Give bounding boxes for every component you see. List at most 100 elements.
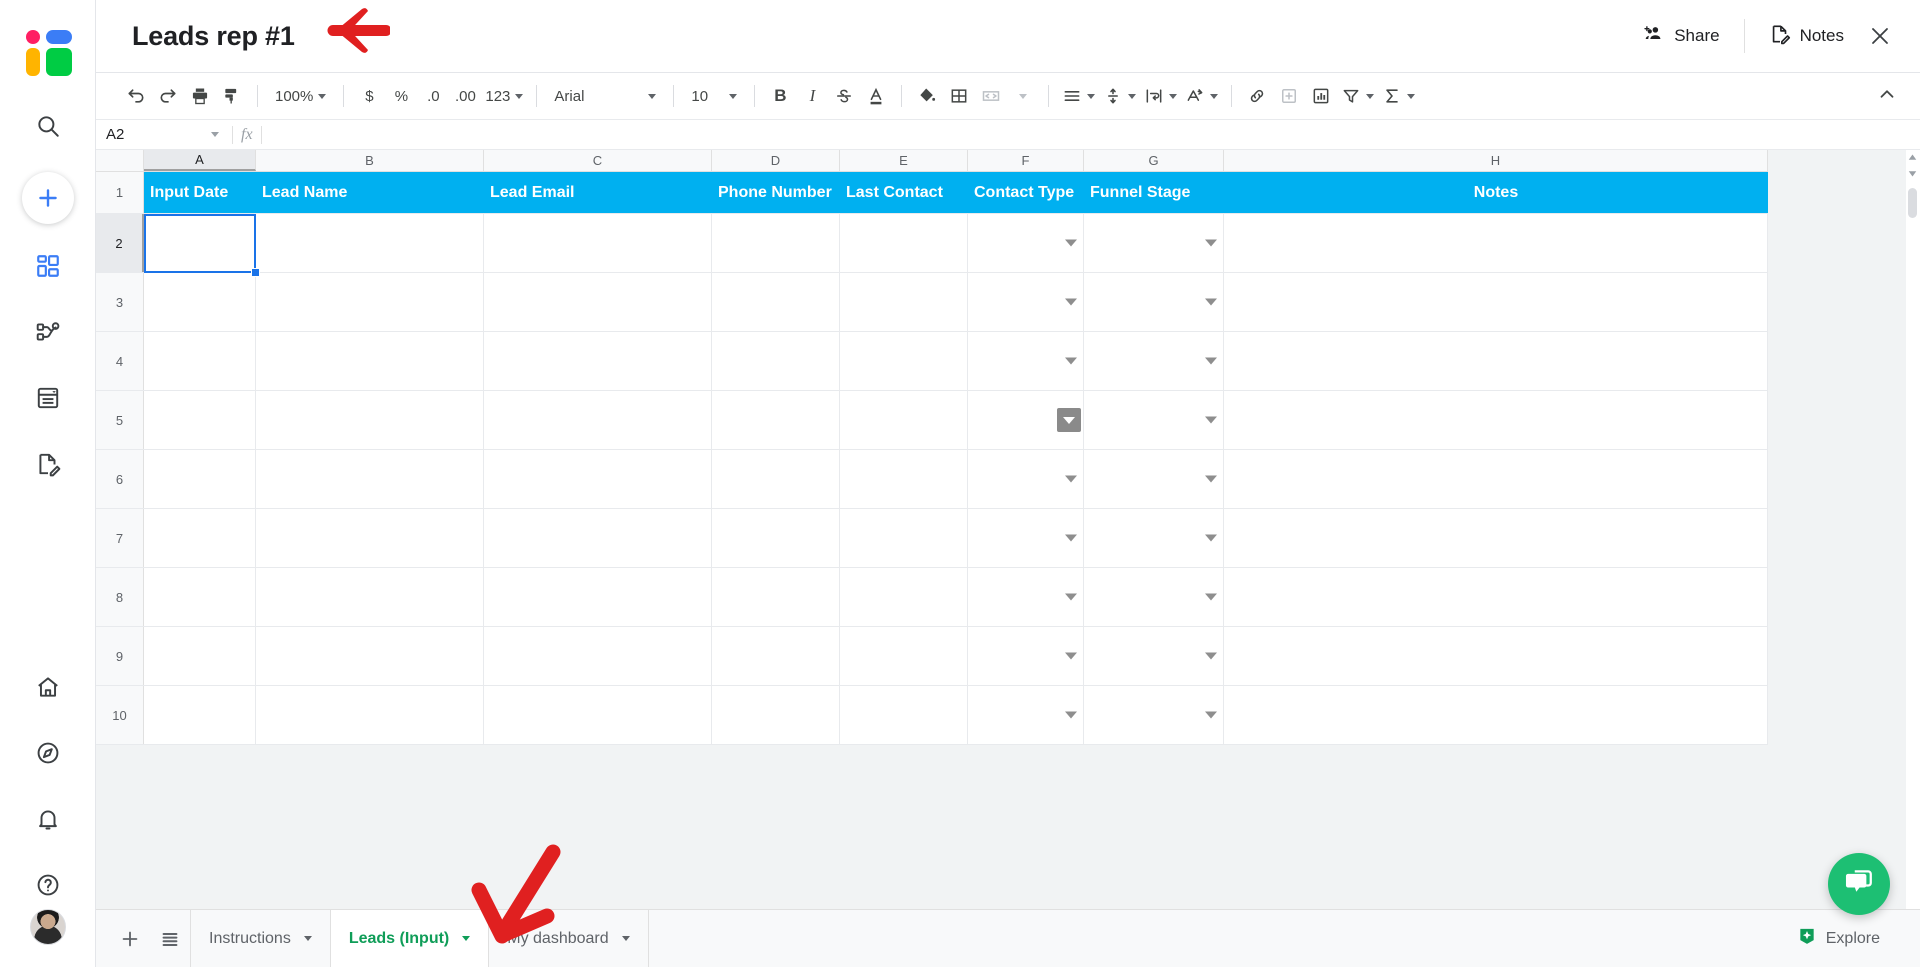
name-box-dropdown[interactable] — [206, 132, 224, 137]
cell-F4[interactable] — [968, 332, 1084, 390]
chevron-down-icon[interactable] — [1205, 593, 1217, 601]
cell-G2[interactable] — [1084, 214, 1224, 272]
cell-B10[interactable] — [256, 686, 484, 744]
cell-B3[interactable] — [256, 273, 484, 331]
fill-handle[interactable] — [251, 268, 260, 277]
cell-E2[interactable] — [840, 214, 968, 272]
borders-button[interactable] — [943, 80, 975, 112]
cell-B7[interactable] — [256, 509, 484, 567]
chevron-down-icon[interactable] — [1205, 298, 1217, 306]
cell-F6[interactable] — [968, 450, 1084, 508]
chevron-down-icon[interactable] — [1065, 534, 1077, 542]
decrease-decimal-button[interactable]: .0 — [417, 80, 449, 112]
cell-F10[interactable] — [968, 686, 1084, 744]
cell-H5[interactable] — [1224, 391, 1768, 449]
cell-C6[interactable] — [484, 450, 712, 508]
font-size-selector[interactable]: 10 — [683, 81, 745, 111]
number-format-selector[interactable]: 123 — [481, 80, 527, 112]
sheet-tab-my-dashboard[interactable]: My dashboard — [489, 909, 649, 967]
cell-A2[interactable] — [144, 214, 256, 272]
compass-icon[interactable] — [24, 729, 72, 777]
cell-B9[interactable] — [256, 627, 484, 685]
header-cell-B1[interactable]: Lead Name — [256, 172, 484, 213]
text-wrapping-button[interactable] — [1140, 80, 1181, 112]
chevron-down-icon[interactable] — [462, 936, 471, 941]
currency-format-button[interactable]: $ — [353, 80, 385, 112]
row-header-7[interactable]: 7 — [96, 509, 144, 567]
cell-E3[interactable] — [840, 273, 968, 331]
row-header-10[interactable]: 10 — [96, 686, 144, 744]
chevron-down-icon[interactable] — [1065, 357, 1077, 365]
header-cell-F1[interactable]: Contact Type — [968, 172, 1084, 213]
chevron-down-icon[interactable] — [1205, 416, 1217, 424]
cell-A8[interactable] — [144, 568, 256, 626]
cell-H3[interactable] — [1224, 273, 1768, 331]
cell-E8[interactable] — [840, 568, 968, 626]
all-sheets-button[interactable] — [150, 919, 190, 959]
cell-G4[interactable] — [1084, 332, 1224, 390]
cell-H10[interactable] — [1224, 686, 1768, 744]
create-filter-button[interactable] — [1337, 80, 1378, 112]
strikethrough-button[interactable] — [828, 80, 860, 112]
formula-input[interactable] — [269, 119, 1920, 150]
cell-E9[interactable] — [840, 627, 968, 685]
column-header-C[interactable]: C — [484, 150, 712, 171]
chevron-down-icon[interactable] — [1065, 711, 1077, 719]
chevron-down-icon[interactable] — [1205, 652, 1217, 660]
document-edit-icon[interactable] — [24, 440, 72, 488]
header-cell-E1[interactable]: Last Contact — [840, 172, 968, 213]
column-header-D[interactable]: D — [712, 150, 840, 171]
workflow-icon[interactable] — [24, 308, 72, 356]
font-family-selector[interactable]: Arial — [546, 81, 664, 111]
cell-D3[interactable] — [712, 273, 840, 331]
chevron-down-icon[interactable] — [1065, 475, 1077, 483]
cell-A5[interactable] — [144, 391, 256, 449]
column-header-E[interactable]: E — [840, 150, 968, 171]
forms-icon[interactable] — [24, 374, 72, 422]
cell-E7[interactable] — [840, 509, 968, 567]
cell-B6[interactable] — [256, 450, 484, 508]
redo-button[interactable] — [152, 80, 184, 112]
cell-G9[interactable] — [1084, 627, 1224, 685]
cell-A10[interactable] — [144, 686, 256, 744]
cell-D6[interactable] — [712, 450, 840, 508]
cell-F9[interactable] — [968, 627, 1084, 685]
search-icon[interactable] — [24, 102, 72, 150]
print-button[interactable] — [184, 80, 216, 112]
chevron-down-icon[interactable] — [1205, 711, 1217, 719]
add-new-button[interactable] — [21, 172, 74, 224]
cell-A6[interactable] — [144, 450, 256, 508]
undo-button[interactable] — [120, 80, 152, 112]
merge-cells-button[interactable] — [975, 80, 1007, 112]
cell-D5[interactable] — [712, 391, 840, 449]
cell-H2[interactable] — [1224, 214, 1768, 272]
cell-B4[interactable] — [256, 332, 484, 390]
insert-chart-button[interactable] — [1305, 80, 1337, 112]
cell-B5[interactable] — [256, 391, 484, 449]
fill-color-button[interactable] — [911, 80, 943, 112]
zoom-selector[interactable]: 100% — [267, 81, 334, 111]
share-button[interactable]: Share — [1629, 15, 1733, 58]
cell-B2[interactable] — [256, 214, 484, 272]
scroll-down-icon[interactable] — [1907, 168, 1918, 179]
cell-D10[interactable] — [712, 686, 840, 744]
chevron-down-icon[interactable] — [1065, 239, 1077, 247]
chevron-down-icon[interactable] — [1065, 652, 1077, 660]
row-header-5[interactable]: 5 — [96, 391, 144, 449]
name-box[interactable]: A2 — [96, 120, 206, 150]
chat-button[interactable] — [1828, 853, 1890, 915]
bell-icon[interactable] — [24, 795, 72, 843]
sheet-tab-instructions[interactable]: Instructions — [190, 909, 331, 967]
cell-D8[interactable] — [712, 568, 840, 626]
explore-button[interactable]: Explore — [1783, 918, 1894, 959]
avatar[interactable] — [29, 909, 66, 945]
vertical-scroll-thumb[interactable] — [1908, 188, 1917, 218]
cell-G8[interactable] — [1084, 568, 1224, 626]
cell-A9[interactable] — [144, 627, 256, 685]
cell-G6[interactable] — [1084, 450, 1224, 508]
scroll-up-icon[interactable] — [1907, 152, 1918, 163]
cell-E5[interactable] — [840, 391, 968, 449]
add-sheet-button[interactable] — [110, 919, 150, 959]
cell-A4[interactable] — [144, 332, 256, 390]
onlyoffice-logo[interactable] — [25, 26, 72, 76]
